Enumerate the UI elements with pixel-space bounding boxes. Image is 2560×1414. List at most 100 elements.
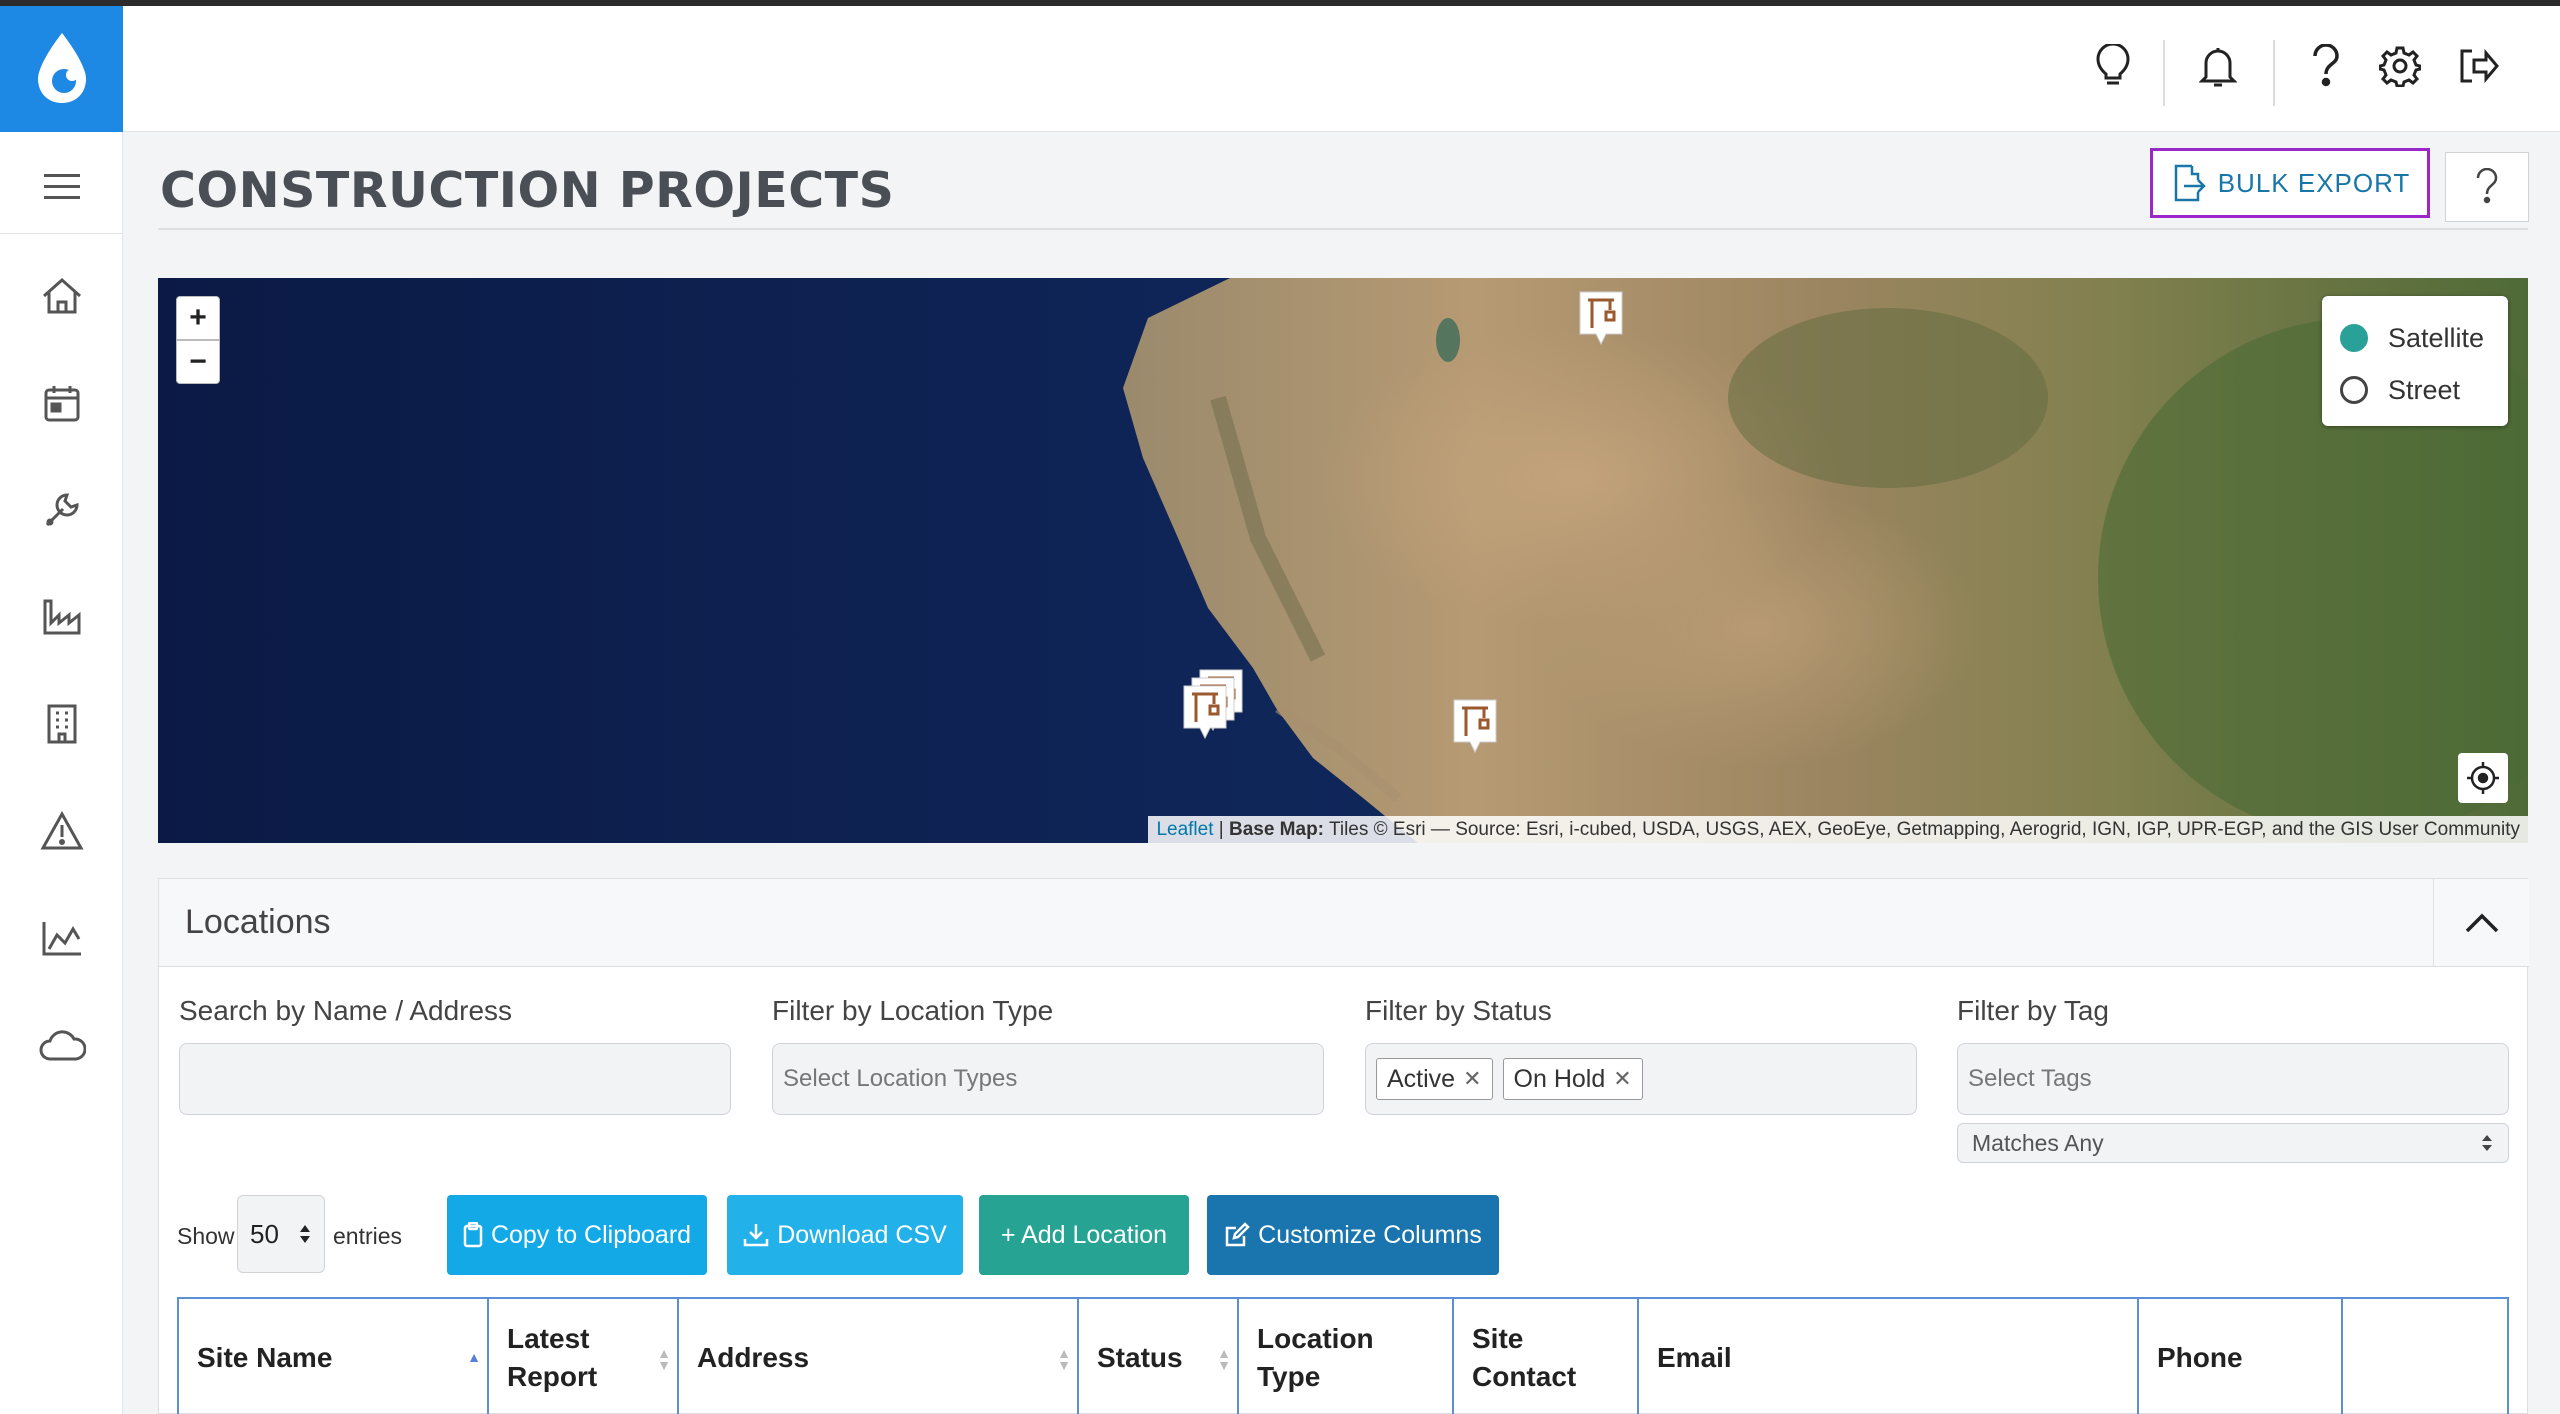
- sidebar: [0, 6, 123, 1414]
- help-icon: [2476, 168, 2498, 204]
- chart-icon: [42, 922, 81, 956]
- cloud-icon: [39, 1030, 86, 1061]
- sort-icon: ▲ ▼: [657, 1345, 671, 1373]
- attribution-separator: |: [1213, 818, 1229, 840]
- tag-select[interactable]: Select Tags: [1957, 1043, 2509, 1115]
- help-icon: [2313, 44, 2339, 87]
- download-icon: [743, 1224, 769, 1247]
- locate-me-button[interactable]: [2458, 753, 2508, 803]
- map-marker[interactable]: [1578, 290, 1624, 348]
- layer-option-street[interactable]: Street: [2340, 364, 2490, 416]
- sidebar-item-industry[interactable]: [0, 577, 123, 657]
- bulk-export-button[interactable]: BULK EXPORT: [2150, 148, 2430, 218]
- menu-toggle-button[interactable]: [0, 140, 123, 234]
- column-header-email[interactable]: Email: [1637, 1299, 2137, 1414]
- chip-label: On Hold: [1513, 1064, 1606, 1093]
- column-header-status[interactable]: Status ▲ ▼: [1077, 1299, 1237, 1414]
- sidebar-item-cloud[interactable]: [0, 1005, 123, 1085]
- download-label: Download CSV: [777, 1220, 947, 1249]
- leaflet-link[interactable]: Leaflet: [1156, 819, 1213, 841]
- logout-icon: [2460, 48, 2499, 84]
- factory-icon: [43, 599, 80, 635]
- radio-selected[interactable]: [2340, 324, 2368, 352]
- crane-icon: [1183, 685, 1227, 740]
- column-label: Location Type: [1257, 1323, 1374, 1392]
- file-export-icon: [2174, 164, 2206, 202]
- bulk-export-label: BULK EXPORT: [2217, 167, 2411, 198]
- layer-switcher: Satellite Street: [2322, 296, 2508, 426]
- copy-to-clipboard-button[interactable]: Copy to Clipboard: [447, 1195, 707, 1275]
- map-marker[interactable]: [1452, 698, 1498, 756]
- show-label: Show: [177, 1223, 235, 1249]
- table-header: Site Name ▲ Latest Report ▲ ▼ Address ▲ ▼ …: [177, 1297, 2509, 1414]
- column-header-site-contact[interactable]: Site Contact: [1452, 1299, 1637, 1414]
- column-header-site-name[interactable]: Site Name ▲: [177, 1299, 487, 1414]
- column-header-actions: [2341, 1299, 2509, 1414]
- search-label: Search by Name / Address: [179, 995, 513, 1026]
- app-logo[interactable]: [0, 6, 123, 132]
- satellite-basemap: [158, 278, 2528, 843]
- download-csv-button[interactable]: Download CSV: [727, 1195, 963, 1275]
- ideas-button[interactable]: [2083, 36, 2143, 96]
- column-header-location-type[interactable]: Location Type: [1237, 1299, 1452, 1414]
- sort-icon: ▲ ▼: [1217, 1345, 1231, 1373]
- column-header-latest-report[interactable]: Latest Report ▲ ▼: [487, 1299, 677, 1414]
- remove-chip-icon[interactable]: ✕: [1613, 1066, 1631, 1092]
- entries-value: 50: [250, 1218, 279, 1249]
- locations-panel: Locations Search by Name / Address Filte…: [158, 878, 2529, 1414]
- sort-icon: ▲ ▼: [1057, 1345, 1071, 1373]
- notifications-button[interactable]: [2188, 36, 2248, 96]
- remove-chip-icon[interactable]: ✕: [1463, 1066, 1481, 1092]
- copy-label: Copy to Clipboard: [490, 1220, 692, 1249]
- panel-header: Locations: [159, 879, 2529, 967]
- crosshair-icon: [2467, 762, 2499, 794]
- tag-match-value: Matches Any: [1972, 1129, 2104, 1156]
- calendar-icon: [44, 386, 79, 422]
- sidebar-item-buildings[interactable]: [0, 684, 123, 764]
- tag-label: Filter by Tag: [1957, 995, 2109, 1026]
- column-label: Address: [697, 1342, 810, 1373]
- location-type-select[interactable]: Select Location Types: [772, 1043, 1324, 1115]
- collapse-button[interactable]: [2433, 879, 2529, 967]
- warning-icon: [39, 811, 84, 850]
- map-marker[interactable]: [1182, 684, 1228, 742]
- radio-unselected[interactable]: [2340, 376, 2368, 404]
- layer-label: Satellite: [2388, 322, 2485, 353]
- column-header-address[interactable]: Address ▲ ▼: [677, 1299, 1077, 1414]
- settings-button[interactable]: [2370, 36, 2430, 96]
- zoom-out-button[interactable]: −: [176, 340, 220, 384]
- chip-label: Active: [1387, 1064, 1456, 1093]
- home-icon: [42, 277, 81, 314]
- help-menu-button[interactable]: [2296, 36, 2356, 96]
- customize-columns-button[interactable]: Customize Columns: [1207, 1195, 1499, 1275]
- status-chip-on-hold: On Hold ✕: [1502, 1058, 1643, 1100]
- search-input[interactable]: [179, 1043, 731, 1115]
- entries-label: entries: [333, 1223, 403, 1249]
- attribution-text: Tiles © Esri — Source: Esri, i-cubed, US…: [1324, 818, 2520, 840]
- select-arrows-icon: [300, 1225, 310, 1243]
- entries-select[interactable]: 50: [237, 1195, 325, 1273]
- top-bar: [123, 6, 2560, 132]
- hamburger-icon: [43, 173, 80, 199]
- column-header-phone[interactable]: Phone: [2137, 1299, 2341, 1414]
- sidebar-item-maintenance[interactable]: [0, 470, 123, 550]
- lightbulb-icon: [2096, 44, 2130, 85]
- sort-ascending-icon: ▲: [467, 1349, 481, 1365]
- column-label: Email: [1657, 1342, 1732, 1373]
- layer-option-satellite[interactable]: Satellite: [2340, 312, 2490, 364]
- location-type-label: Filter by Location Type: [772, 995, 1054, 1026]
- logout-button[interactable]: [2448, 36, 2508, 96]
- sidebar-item-alerts[interactable]: [0, 791, 123, 871]
- sidebar-item-home[interactable]: [0, 256, 123, 336]
- page-help-button[interactable]: [2445, 152, 2529, 222]
- add-location-button[interactable]: + Add Location: [979, 1195, 1189, 1275]
- zoom-in-button[interactable]: +: [176, 296, 220, 340]
- sidebar-item-calendar[interactable]: [0, 363, 123, 443]
- sidebar-item-reports[interactable]: [0, 898, 123, 978]
- status-select[interactable]: Active ✕ On Hold ✕: [1365, 1043, 1917, 1115]
- status-chip-active: Active ✕: [1376, 1058, 1493, 1100]
- map[interactable]: + − Satellite Street Leaflet | Base Map:…: [158, 278, 2528, 843]
- separator: [2163, 40, 2165, 106]
- tag-match-select[interactable]: Matches Any: [1957, 1123, 2509, 1163]
- basemap-label: Base Map:: [1228, 818, 1325, 840]
